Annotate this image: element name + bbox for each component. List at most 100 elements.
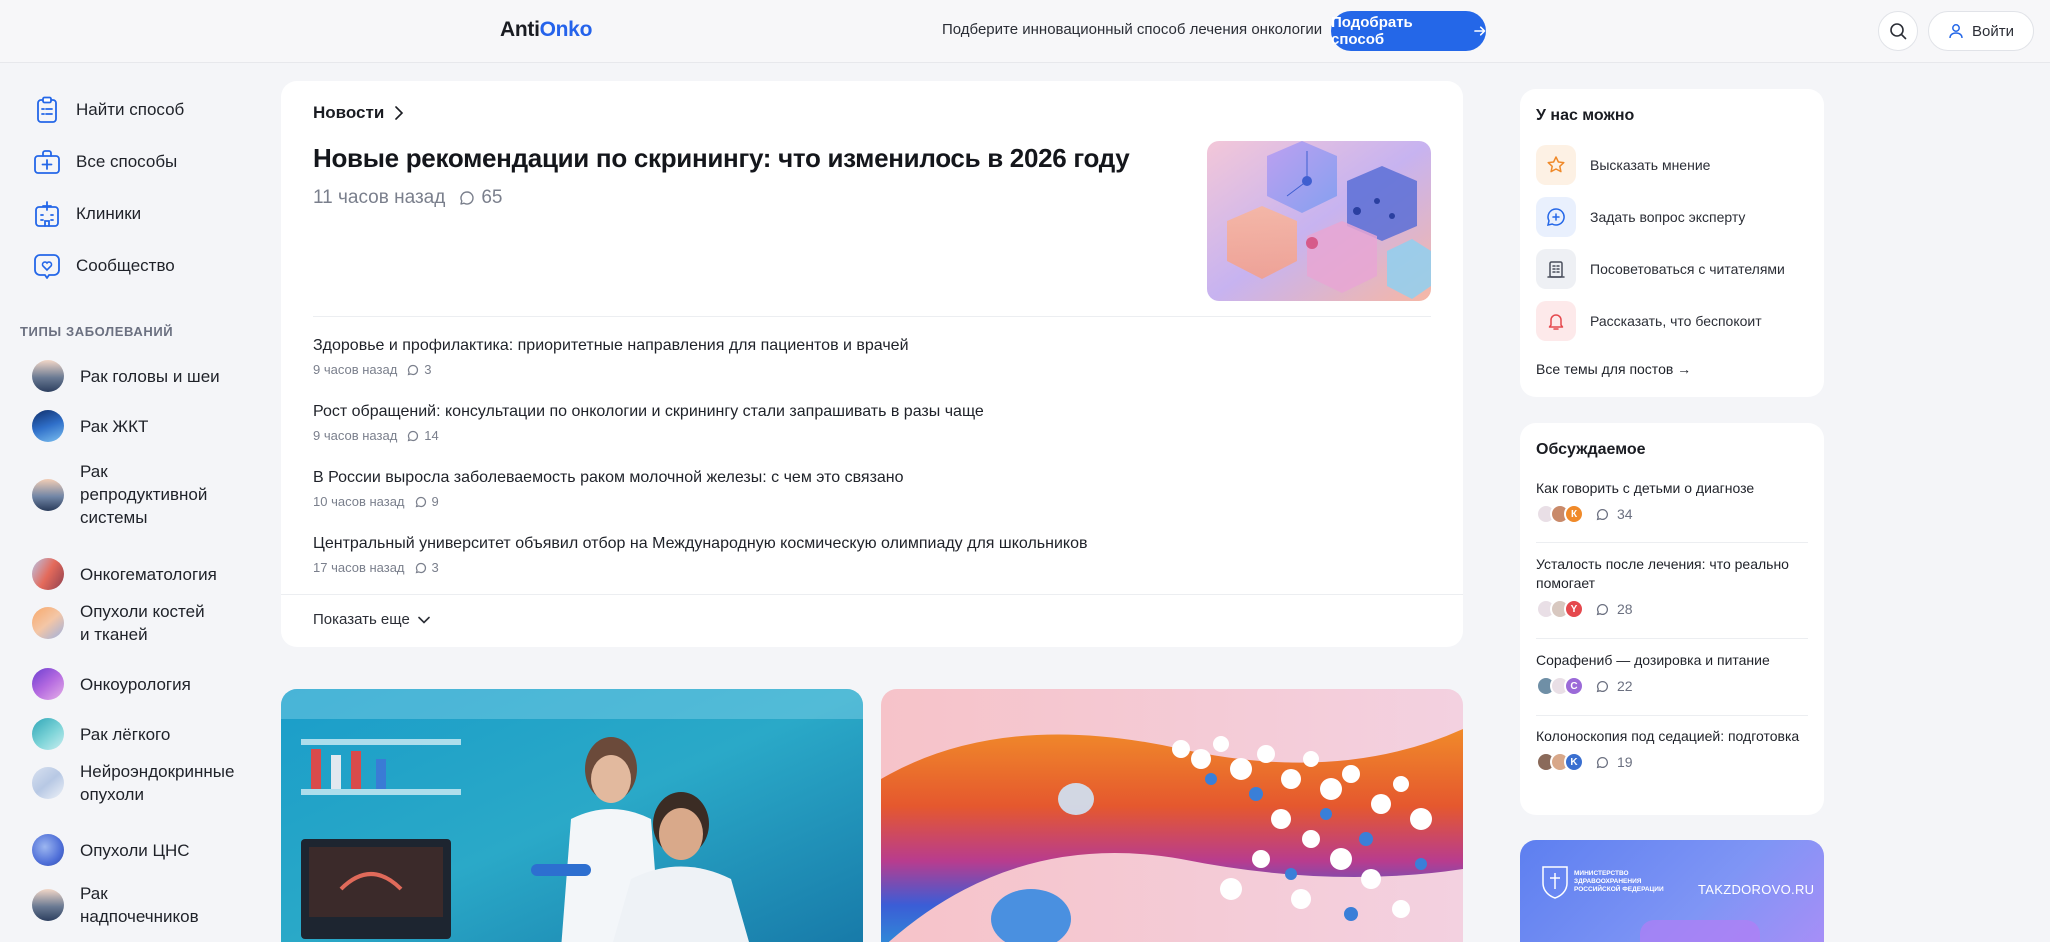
news-item-meta: 9 часов назад 3	[313, 362, 1431, 377]
sidebar-item-find-method[interactable]: Найти способ	[32, 84, 184, 136]
news-item-title[interactable]: В России выросла заболеваемость раком мо…	[313, 467, 1431, 489]
comment-icon	[1596, 680, 1608, 692]
all-topics-link[interactable]: Все темы для постов →	[1536, 361, 1691, 377]
disease-type-item[interactable]: Онкоурология	[32, 668, 191, 700]
news-list-item[interactable]: Здоровье и профилактика: приоритетные на…	[313, 335, 1431, 401]
discussed-item-title[interactable]: Колоноскопия под седацией: подготовка	[1536, 727, 1808, 746]
discussed-item-meta: К 34	[1536, 504, 1808, 524]
sidebar-item-label: Все способы	[76, 152, 178, 171]
show-more-button[interactable]: Показать еще	[313, 611, 430, 628]
discussed-divider	[1536, 638, 1808, 639]
news-item-comments[interactable]: 9	[415, 494, 439, 509]
sidebar-item-clinics[interactable]: Клиники	[32, 188, 184, 240]
disease-type-label: Опухоли ЦНС	[80, 840, 190, 860]
news-list-item[interactable]: Рост обращений: консультации по онкологи…	[313, 401, 1431, 467]
discussed-item[interactable]: Сорафениб — дозировка и питание C 22	[1536, 651, 1808, 696]
discussed-item-title[interactable]: Усталость после лечения: что реально пом…	[1536, 555, 1808, 593]
chevron-right-icon	[395, 106, 404, 120]
can-do-label: Посоветоваться с читателями	[1590, 261, 1785, 277]
news-item-title[interactable]: Центральный университет объявил отбор на…	[313, 533, 1431, 555]
discussed-item-title[interactable]: Как говорить с детьми о диагнозе	[1536, 479, 1808, 498]
choose-method-button[interactable]: Подобрать способ	[1331, 11, 1486, 51]
news-item-time: 9 часов назад	[313, 362, 398, 377]
discussed-comment-count: 34	[1617, 506, 1633, 522]
discussed-item[interactable]: Усталость после лечения: что реально пом…	[1536, 555, 1808, 619]
can-do-icon-wrap	[1536, 301, 1576, 341]
news-item-comment-count: 3	[424, 362, 432, 377]
ministry-banner[interactable]: МИНИСТЕРСТВО ЗДРАВООХРАНЕНИЯ РОССИЙСКОЙ …	[1520, 840, 1824, 942]
news-item-title[interactable]: Здоровье и профилактика: приоритетные на…	[313, 335, 1431, 357]
user-icon	[1949, 24, 1963, 39]
can-do-item-opinion[interactable]: Высказать мнение	[1536, 145, 1710, 185]
disease-type-item[interactable]: Опухоли костей и тканей	[32, 600, 212, 646]
disease-type-item[interactable]: Опухоли ЦНС	[32, 834, 190, 866]
sidebar-item-all-methods[interactable]: Все способы	[32, 136, 184, 188]
news-item-comments[interactable]: 14	[407, 428, 439, 443]
news-list-item[interactable]: В России выросла заболеваемость раком мо…	[313, 467, 1431, 533]
disease-type-label: Онкоурология	[80, 674, 191, 694]
disease-type-label: Опухоли костей и тканей	[80, 602, 205, 644]
discussed-item[interactable]: Колоноскопия под седацией: подготовка K …	[1536, 727, 1808, 772]
can-do-label: Высказать мнение	[1590, 157, 1711, 173]
comment-icon	[407, 430, 419, 441]
lead-news-meta: 11 часов назад 65	[313, 187, 502, 209]
news-item-comment-count: 14	[424, 428, 439, 443]
can-do-item-consult[interactable]: Посоветоваться с читателями	[1536, 249, 1785, 289]
discussed-item-title[interactable]: Сорафениб — дозировка и питание	[1536, 651, 1808, 670]
avatar-letter: К	[1570, 508, 1578, 520]
avatar-letter: K	[1570, 756, 1578, 768]
search-button[interactable]	[1878, 11, 1918, 51]
news-heading-link[interactable]: Новости	[313, 103, 404, 123]
sidebar-item-label: Найти способ	[76, 100, 185, 119]
news-item-comments[interactable]: 3	[407, 362, 432, 377]
discussed-item[interactable]: Как говорить с детьми о диагнозе К 34	[1536, 479, 1808, 524]
disease-type-label: Рак надпочечников	[80, 884, 199, 926]
avatar-group: Y	[1536, 599, 1584, 619]
sidebar-item-label: Сообщество	[76, 256, 175, 275]
can-do-item-ask-expert[interactable]: Задать вопрос эксперту	[1536, 197, 1745, 237]
article-photo-abstract[interactable]	[881, 689, 1463, 942]
lead-news-image[interactable]	[1207, 141, 1431, 301]
discussed-comment-count: 28	[1617, 601, 1633, 617]
news-item-comment-count: 3	[431, 560, 439, 575]
lab-scientists-image	[281, 689, 863, 942]
news-divider	[313, 316, 1431, 317]
disease-thumb	[32, 767, 64, 799]
sidebar-item-community[interactable]: Сообщество	[32, 240, 184, 292]
can-do-card: У нас можно Высказать мнение Задать вопр…	[1520, 89, 1824, 397]
disease-type-item[interactable]: Рак надпочечников	[32, 882, 199, 928]
site-label: TAKZDOROVO.RU	[1698, 882, 1815, 897]
sidebar-nav: Найти способ Все способы Клиники Сообщес…	[32, 84, 184, 292]
disease-type-item[interactable]: Рак ЖКТ	[32, 410, 148, 442]
disease-type-item[interactable]: Рак головы и шеи	[32, 360, 220, 392]
arrow-right-icon	[1473, 26, 1486, 36]
comment-icon	[1596, 756, 1608, 768]
login-button[interactable]: Войти	[1928, 11, 2034, 51]
chat-plus-icon	[1546, 208, 1565, 227]
logo[interactable]: AntiOnko	[500, 18, 592, 42]
comment-icon	[415, 562, 426, 573]
lead-news-comments[interactable]: 65	[459, 187, 502, 209]
disease-type-item[interactable]: Рак лёгкого	[32, 718, 170, 750]
avatar-letter: Y	[1570, 603, 1578, 615]
discussed-card: Обсуждаемое Как говорить с детьми о диаг…	[1520, 423, 1824, 815]
disease-type-item[interactable]: Рак репродуктивной системы	[32, 460, 212, 529]
heart-chat-icon	[34, 254, 60, 279]
disease-type-item[interactable]: Онкогематология	[32, 558, 217, 590]
discussed-title: Обсуждаемое	[1536, 441, 1646, 458]
disease-type-item[interactable]: Нейроэндокринные опухоли	[32, 760, 234, 806]
can-do-icon-wrap	[1536, 145, 1576, 185]
can-do-label: Рассказать, что беспокоит	[1590, 313, 1762, 329]
can-do-icon-wrap	[1536, 197, 1576, 237]
article-photo-lab[interactable]	[281, 689, 863, 942]
avatar-group: C	[1536, 676, 1584, 696]
avatar: C	[1564, 676, 1584, 696]
news-item-title[interactable]: Рост обращений: консультации по онкологи…	[313, 401, 1431, 423]
news-item-comments[interactable]: 3	[415, 560, 439, 575]
news-item-time: 9 часов назад	[313, 428, 398, 443]
lead-news-title[interactable]: Новые рекомендации по скринингу: что изм…	[313, 143, 1133, 174]
news-card: Новости Новые рекомендации по скринингу:…	[281, 81, 1463, 647]
can-do-item-tell[interactable]: Рассказать, что беспокоит	[1536, 301, 1762, 341]
news-list-item[interactable]: Центральный университет объявил отбор на…	[313, 533, 1431, 599]
disease-thumb	[32, 558, 64, 590]
